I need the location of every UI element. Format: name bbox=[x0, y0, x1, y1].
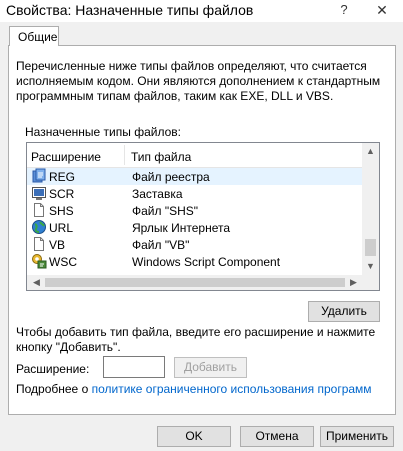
list-item-extension: REG bbox=[49, 170, 76, 184]
registry-icon bbox=[31, 168, 47, 184]
list-item-file-type: Файл "SHS" bbox=[132, 204, 199, 218]
policy-link[interactable]: политике ограниченного использования про… bbox=[92, 382, 372, 396]
list-item-file-type: Ярлык Интернета bbox=[132, 221, 231, 235]
horizontal-scrollbar[interactable]: ◀ ▶ bbox=[27, 275, 363, 290]
list-item[interactable]: WSC Windows Script Component bbox=[27, 253, 363, 270]
scroll-left-arrow-icon[interactable]: ◀ bbox=[29, 275, 44, 290]
column-separator[interactable] bbox=[124, 145, 125, 165]
close-button[interactable]: ✕ bbox=[365, 0, 399, 20]
list-header: Расширение Тип файла bbox=[27, 143, 363, 168]
vertical-scroll-thumb[interactable] bbox=[365, 239, 376, 256]
cancel-button[interactable]: Отмена bbox=[240, 426, 314, 447]
script-component-icon bbox=[31, 253, 47, 269]
list-item[interactable]: VB Файл "VB" bbox=[27, 236, 363, 253]
horizontal-scroll-thumb[interactable] bbox=[45, 278, 345, 287]
list-item[interactable]: URL Ярлык Интернета bbox=[27, 219, 363, 236]
ok-button[interactable]: OK bbox=[157, 426, 231, 447]
scrollbar-corner bbox=[363, 275, 379, 290]
list-item[interactable]: REG Файл реестра bbox=[27, 168, 363, 185]
list-rows: REG Файл реестра SCR Заставка SHS Файл "… bbox=[27, 168, 363, 270]
column-header-file-type[interactable]: Тип файла bbox=[131, 150, 191, 164]
globe-icon bbox=[31, 219, 47, 235]
help-button[interactable]: ? bbox=[331, 0, 357, 20]
scroll-down-arrow-icon[interactable]: ▼ bbox=[362, 258, 379, 275]
scroll-up-arrow-icon[interactable]: ▲ bbox=[362, 143, 379, 160]
file-icon bbox=[31, 202, 47, 218]
tab-general-label: Общие bbox=[18, 30, 58, 44]
list-item-extension: SHS bbox=[49, 204, 74, 218]
file-types-list[interactable]: Расширение Тип файла REG Файл реестра SC… bbox=[26, 142, 380, 291]
list-item-extension: VB bbox=[49, 238, 66, 252]
add-hint-text: Чтобы добавить тип файла, введите его ра… bbox=[16, 325, 376, 354]
list-item-file-type: Windows Script Component bbox=[132, 255, 281, 269]
list-item-extension: WSC bbox=[49, 255, 77, 269]
list-item-extension: URL bbox=[49, 221, 74, 235]
extension-input[interactable] bbox=[103, 356, 165, 378]
list-item-file-type: Заставка bbox=[132, 187, 183, 201]
vertical-scrollbar[interactable]: ▲ ▼ bbox=[362, 143, 379, 275]
screensaver-icon bbox=[31, 185, 47, 201]
add-button[interactable]: Добавить bbox=[174, 357, 247, 378]
description-text: Перечисленные ниже типы файлов определяю… bbox=[16, 59, 381, 103]
extension-label: Расширение: bbox=[16, 362, 90, 376]
column-header-extension[interactable]: Расширение bbox=[31, 150, 101, 164]
more-info: Подробнее о политике ограниченного испол… bbox=[16, 382, 372, 396]
file-icon bbox=[31, 236, 47, 252]
tab-general[interactable]: Общие bbox=[9, 26, 59, 46]
delete-button[interactable]: Удалить bbox=[308, 301, 380, 322]
file-types-label: Назначенные типы файлов: bbox=[25, 125, 181, 139]
scroll-right-arrow-icon[interactable]: ▶ bbox=[346, 275, 361, 290]
list-item-file-type: Файл "VB" bbox=[132, 238, 190, 252]
title-bar: Свойства: Назначенные типы файлов ? ✕ bbox=[0, 0, 403, 22]
list-item[interactable]: SHS Файл "SHS" bbox=[27, 202, 363, 219]
list-item[interactable]: SCR Заставка bbox=[27, 185, 363, 202]
list-item-file-type: Файл реестра bbox=[132, 170, 210, 184]
apply-button[interactable]: Применить bbox=[320, 426, 394, 447]
list-item-extension: SCR bbox=[49, 187, 75, 201]
window-title: Свойства: Назначенные типы файлов bbox=[6, 2, 254, 18]
more-info-prefix: Подробнее о bbox=[16, 382, 92, 396]
